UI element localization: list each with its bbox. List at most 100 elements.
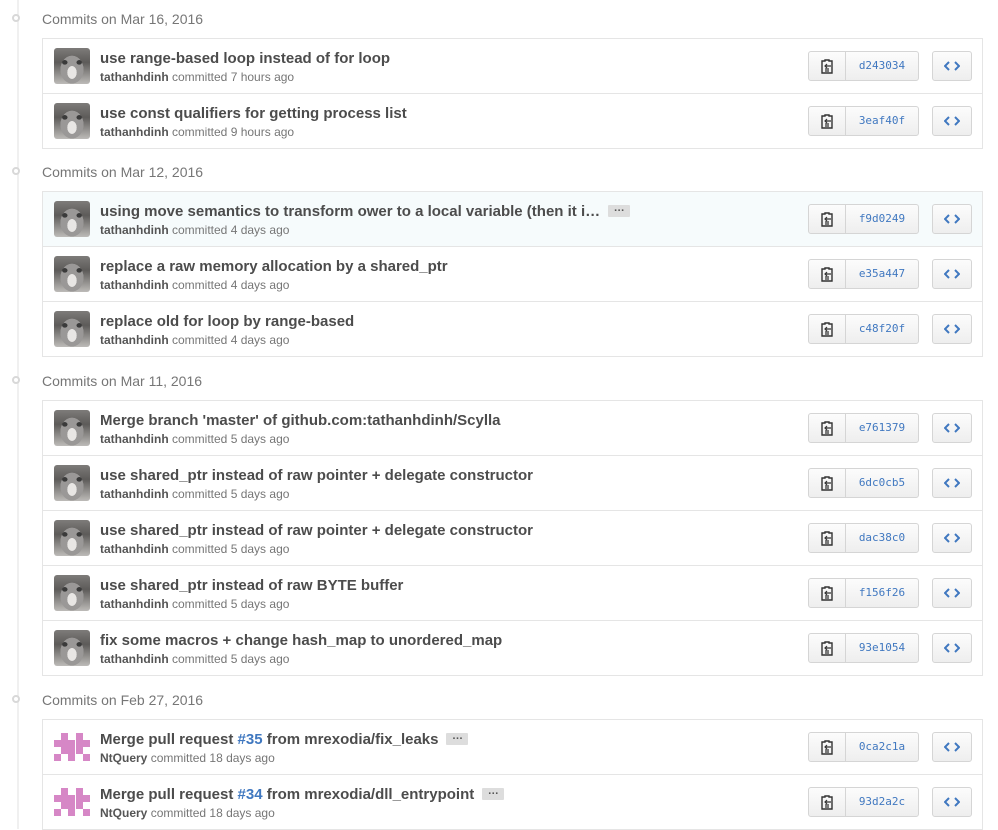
commit-title[interactable]: Merge pull request #34 from mrexodia/dll…: [100, 785, 505, 803]
commit-title-link[interactable]: use const qualifiers for getting process…: [100, 105, 407, 122]
identicon-avatar[interactable]: [54, 729, 90, 765]
copy-sha-button[interactable]: [809, 414, 846, 442]
expand-message-button[interactable]: …: [482, 785, 505, 800]
commit-title-link[interactable]: use shared_ptr instead of raw pointer + …: [100, 467, 533, 484]
commit-author[interactable]: NtQuery: [100, 806, 147, 820]
wolf-avatar[interactable]: [54, 630, 90, 666]
wolf-avatar[interactable]: [54, 311, 90, 347]
browse-code-button[interactable]: [932, 314, 972, 344]
browse-code-button[interactable]: [932, 106, 972, 136]
commit-sha-link[interactable]: 93d2a2c: [846, 788, 918, 816]
copy-sha-button[interactable]: [809, 524, 846, 552]
commit-author[interactable]: tathanhdinh: [100, 652, 169, 666]
commit-sha-link[interactable]: c48f20f: [846, 315, 918, 343]
commit-verb: committed: [150, 806, 207, 820]
commit-title[interactable]: Merge pull request #35 from mrexodia/fix…: [100, 730, 469, 748]
copy-sha-button[interactable]: [809, 260, 846, 288]
commit-author[interactable]: tathanhdinh: [100, 223, 169, 237]
commit-time: 5 days ago: [230, 487, 290, 501]
copy-sha-button[interactable]: [809, 205, 846, 233]
copy-sha-button[interactable]: [809, 634, 846, 662]
wolf-avatar[interactable]: [54, 520, 90, 556]
commit-verb: committed: [172, 652, 228, 666]
browse-code-button[interactable]: [932, 413, 972, 443]
commit-title-link[interactable]: fix some macros + change hash_map to uno…: [100, 632, 502, 649]
pull-request-link[interactable]: #34: [238, 786, 263, 803]
commit-title-link[interactable]: use shared_ptr instead of raw BYTE buffe…: [100, 577, 403, 594]
commit-time: 5 days ago: [230, 542, 290, 556]
wolf-avatar[interactable]: [54, 575, 90, 611]
commit-title-link[interactable]: Merge branch 'master' of github.com:tath…: [100, 412, 501, 429]
commit-time: 18 days ago: [209, 806, 275, 820]
code-icon: [944, 269, 960, 279]
browse-code-button[interactable]: [932, 633, 972, 663]
browse-code-button[interactable]: [932, 468, 972, 498]
commit-sha-link[interactable]: d243034: [846, 52, 918, 80]
commit-list: Merge branch 'master' of github.com:tath…: [42, 400, 983, 676]
commit-sha-link[interactable]: f156f26: [846, 579, 918, 607]
browse-code-button[interactable]: [932, 787, 972, 817]
commit-title-text[interactable]: from mrexodia/fix_leaks: [263, 731, 439, 748]
browse-code-button[interactable]: [932, 51, 972, 81]
code-icon: [944, 588, 960, 598]
commit-sha-link[interactable]: 93e1054: [846, 634, 918, 662]
wolf-avatar[interactable]: [54, 465, 90, 501]
commit-author[interactable]: tathanhdinh: [100, 597, 169, 611]
wolf-avatar[interactable]: [54, 201, 90, 237]
commit-title-text[interactable]: Merge pull request: [100, 731, 238, 748]
commit-author[interactable]: tathanhdinh: [100, 70, 169, 84]
wolf-avatar[interactable]: [54, 103, 90, 139]
clippy-icon: [821, 531, 833, 546]
pull-request-link[interactable]: #35: [238, 731, 263, 748]
commit-sha-link[interactable]: dac38c0: [846, 524, 918, 552]
commit-verb: committed: [172, 333, 228, 347]
commit-sha-link[interactable]: e761379: [846, 414, 918, 442]
commit-sha-link[interactable]: f9d0249: [846, 205, 918, 233]
commit-sha-link[interactable]: e35a447: [846, 260, 918, 288]
wolf-avatar[interactable]: [54, 410, 90, 446]
commit-row: use range-based loop instead of for loop…: [43, 39, 982, 93]
copy-sha-button[interactable]: [809, 52, 846, 80]
browse-code-button[interactable]: [932, 732, 972, 762]
copy-sha-button[interactable]: [809, 579, 846, 607]
code-icon: [944, 214, 960, 224]
commit-title-text[interactable]: from mrexodia/dll_entrypoint: [263, 786, 475, 803]
commit-author[interactable]: tathanhdinh: [100, 333, 169, 347]
commit-sha-link[interactable]: 0ca2c1a: [846, 733, 918, 761]
commit-sha-link[interactable]: 3eaf40f: [846, 107, 918, 135]
commit-author[interactable]: tathanhdinh: [100, 487, 169, 501]
commit-author[interactable]: tathanhdinh: [100, 432, 169, 446]
commit-title-link[interactable]: replace old for loop by range-based: [100, 313, 354, 330]
copy-sha-button[interactable]: [809, 733, 846, 761]
commit-row: use shared_ptr instead of raw BYTE buffe…: [43, 565, 982, 620]
wolf-avatar[interactable]: [54, 256, 90, 292]
wolf-avatar[interactable]: [54, 48, 90, 84]
commit-title-link[interactable]: using move semantics to transform ower t…: [100, 203, 600, 220]
copy-sha-button[interactable]: [809, 315, 846, 343]
commit-time: 18 days ago: [209, 751, 275, 765]
expand-message-button[interactable]: …: [446, 730, 469, 745]
commit-verb: committed: [150, 751, 207, 765]
commit-author[interactable]: tathanhdinh: [100, 278, 169, 292]
commit-title-link[interactable]: replace a raw memory allocation by a sha…: [100, 258, 448, 275]
commit-verb: committed: [172, 432, 228, 446]
commit-title-link[interactable]: use shared_ptr instead of raw pointer + …: [100, 522, 533, 539]
identicon-avatar[interactable]: [54, 784, 90, 820]
commit-author[interactable]: tathanhdinh: [100, 542, 169, 556]
commit-title-link[interactable]: use range-based loop instead of for loop: [100, 50, 390, 67]
sha-button-group: f9d0249: [808, 204, 919, 234]
browse-code-button[interactable]: [932, 259, 972, 289]
commit-title-text[interactable]: Merge pull request: [100, 786, 238, 803]
code-icon: [944, 643, 960, 653]
copy-sha-button[interactable]: [809, 107, 846, 135]
browse-code-button[interactable]: [932, 523, 972, 553]
copy-sha-button[interactable]: [809, 788, 846, 816]
expand-message-button[interactable]: …: [608, 202, 631, 217]
browse-code-button[interactable]: [932, 578, 972, 608]
browse-code-button[interactable]: [932, 204, 972, 234]
commit-author[interactable]: NtQuery: [100, 751, 147, 765]
copy-sha-button[interactable]: [809, 469, 846, 497]
commit-author[interactable]: tathanhdinh: [100, 125, 169, 139]
commit-group: Commits on Feb 27, 2016 Merge pull reque…: [0, 681, 998, 830]
commit-sha-link[interactable]: 6dc0cb5: [846, 469, 918, 497]
